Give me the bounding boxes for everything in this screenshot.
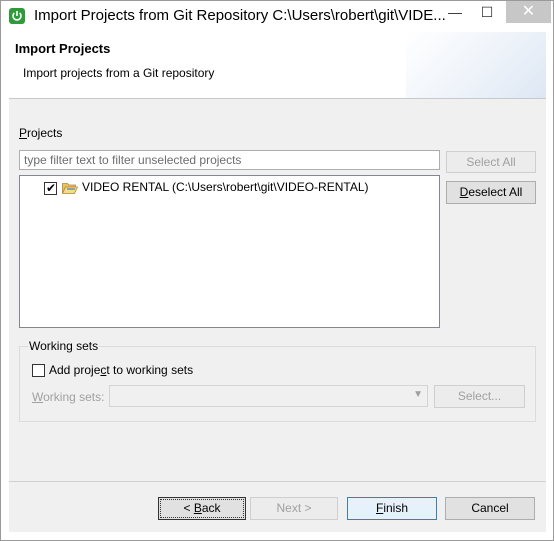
working-sets-label: Working sets:: [32, 390, 105, 404]
header-banner-graphic: [406, 32, 546, 98]
select-working-sets-button[interactable]: Select...: [434, 385, 525, 408]
projects-list[interactable]: ✔ VIDEO RENTAL (C:\Users\robert\git\VIDE…: [19, 175, 440, 328]
page-description: Import projects from a Git repository: [23, 66, 215, 80]
cancel-button[interactable]: Cancel: [445, 497, 535, 520]
working-sets-combo[interactable]: ▼: [109, 385, 428, 407]
projects-label: Projects: [19, 126, 63, 140]
page-title: Import Projects: [15, 41, 111, 56]
next-button[interactable]: Next >: [250, 497, 338, 520]
back-button[interactable]: < Back: [158, 497, 246, 520]
window-title: Import Projects from Git Repository C:\U…: [34, 7, 446, 24]
button-bar: < Back Next > Finish Cancel: [9, 482, 546, 532]
deselect-all-button[interactable]: Deselect All: [446, 181, 536, 204]
finish-button[interactable]: Finish: [347, 497, 437, 520]
wizard-header: Import Projects Import projects from a G…: [9, 32, 546, 99]
wizard-content: Projects Select All Deselect All ✔ VIDEO…: [9, 99, 546, 481]
select-all-button[interactable]: Select All: [446, 151, 536, 173]
working-sets-group: Working sets Add project to working sets…: [19, 339, 536, 422]
project-label: VIDEO RENTAL (C:\Users\robert\git\VIDEO-…: [82, 180, 369, 194]
title-bar: Import Projects from Git Repository C:\U…: [1, 1, 553, 31]
import-projects-dialog: Import Projects from Git Repository C:\U…: [0, 0, 554, 541]
project-checkbox[interactable]: ✔: [44, 181, 57, 195]
open-folder-icon: [62, 183, 78, 194]
working-sets-group-label: Working sets: [28, 339, 100, 353]
add-to-working-sets-label[interactable]: Add project to working sets: [49, 363, 193, 377]
close-button[interactable]: ✕: [506, 1, 551, 23]
add-to-working-sets-checkbox[interactable]: [32, 364, 45, 377]
minimize-button[interactable]: —: [439, 1, 471, 23]
chevron-down-icon: ▼: [413, 389, 423, 400]
project-filter-input[interactable]: [19, 150, 440, 170]
checkmark-icon: ✔: [46, 181, 57, 195]
maximize-button[interactable]: ☐: [471, 1, 503, 23]
eclipse-power-icon: [9, 8, 25, 24]
